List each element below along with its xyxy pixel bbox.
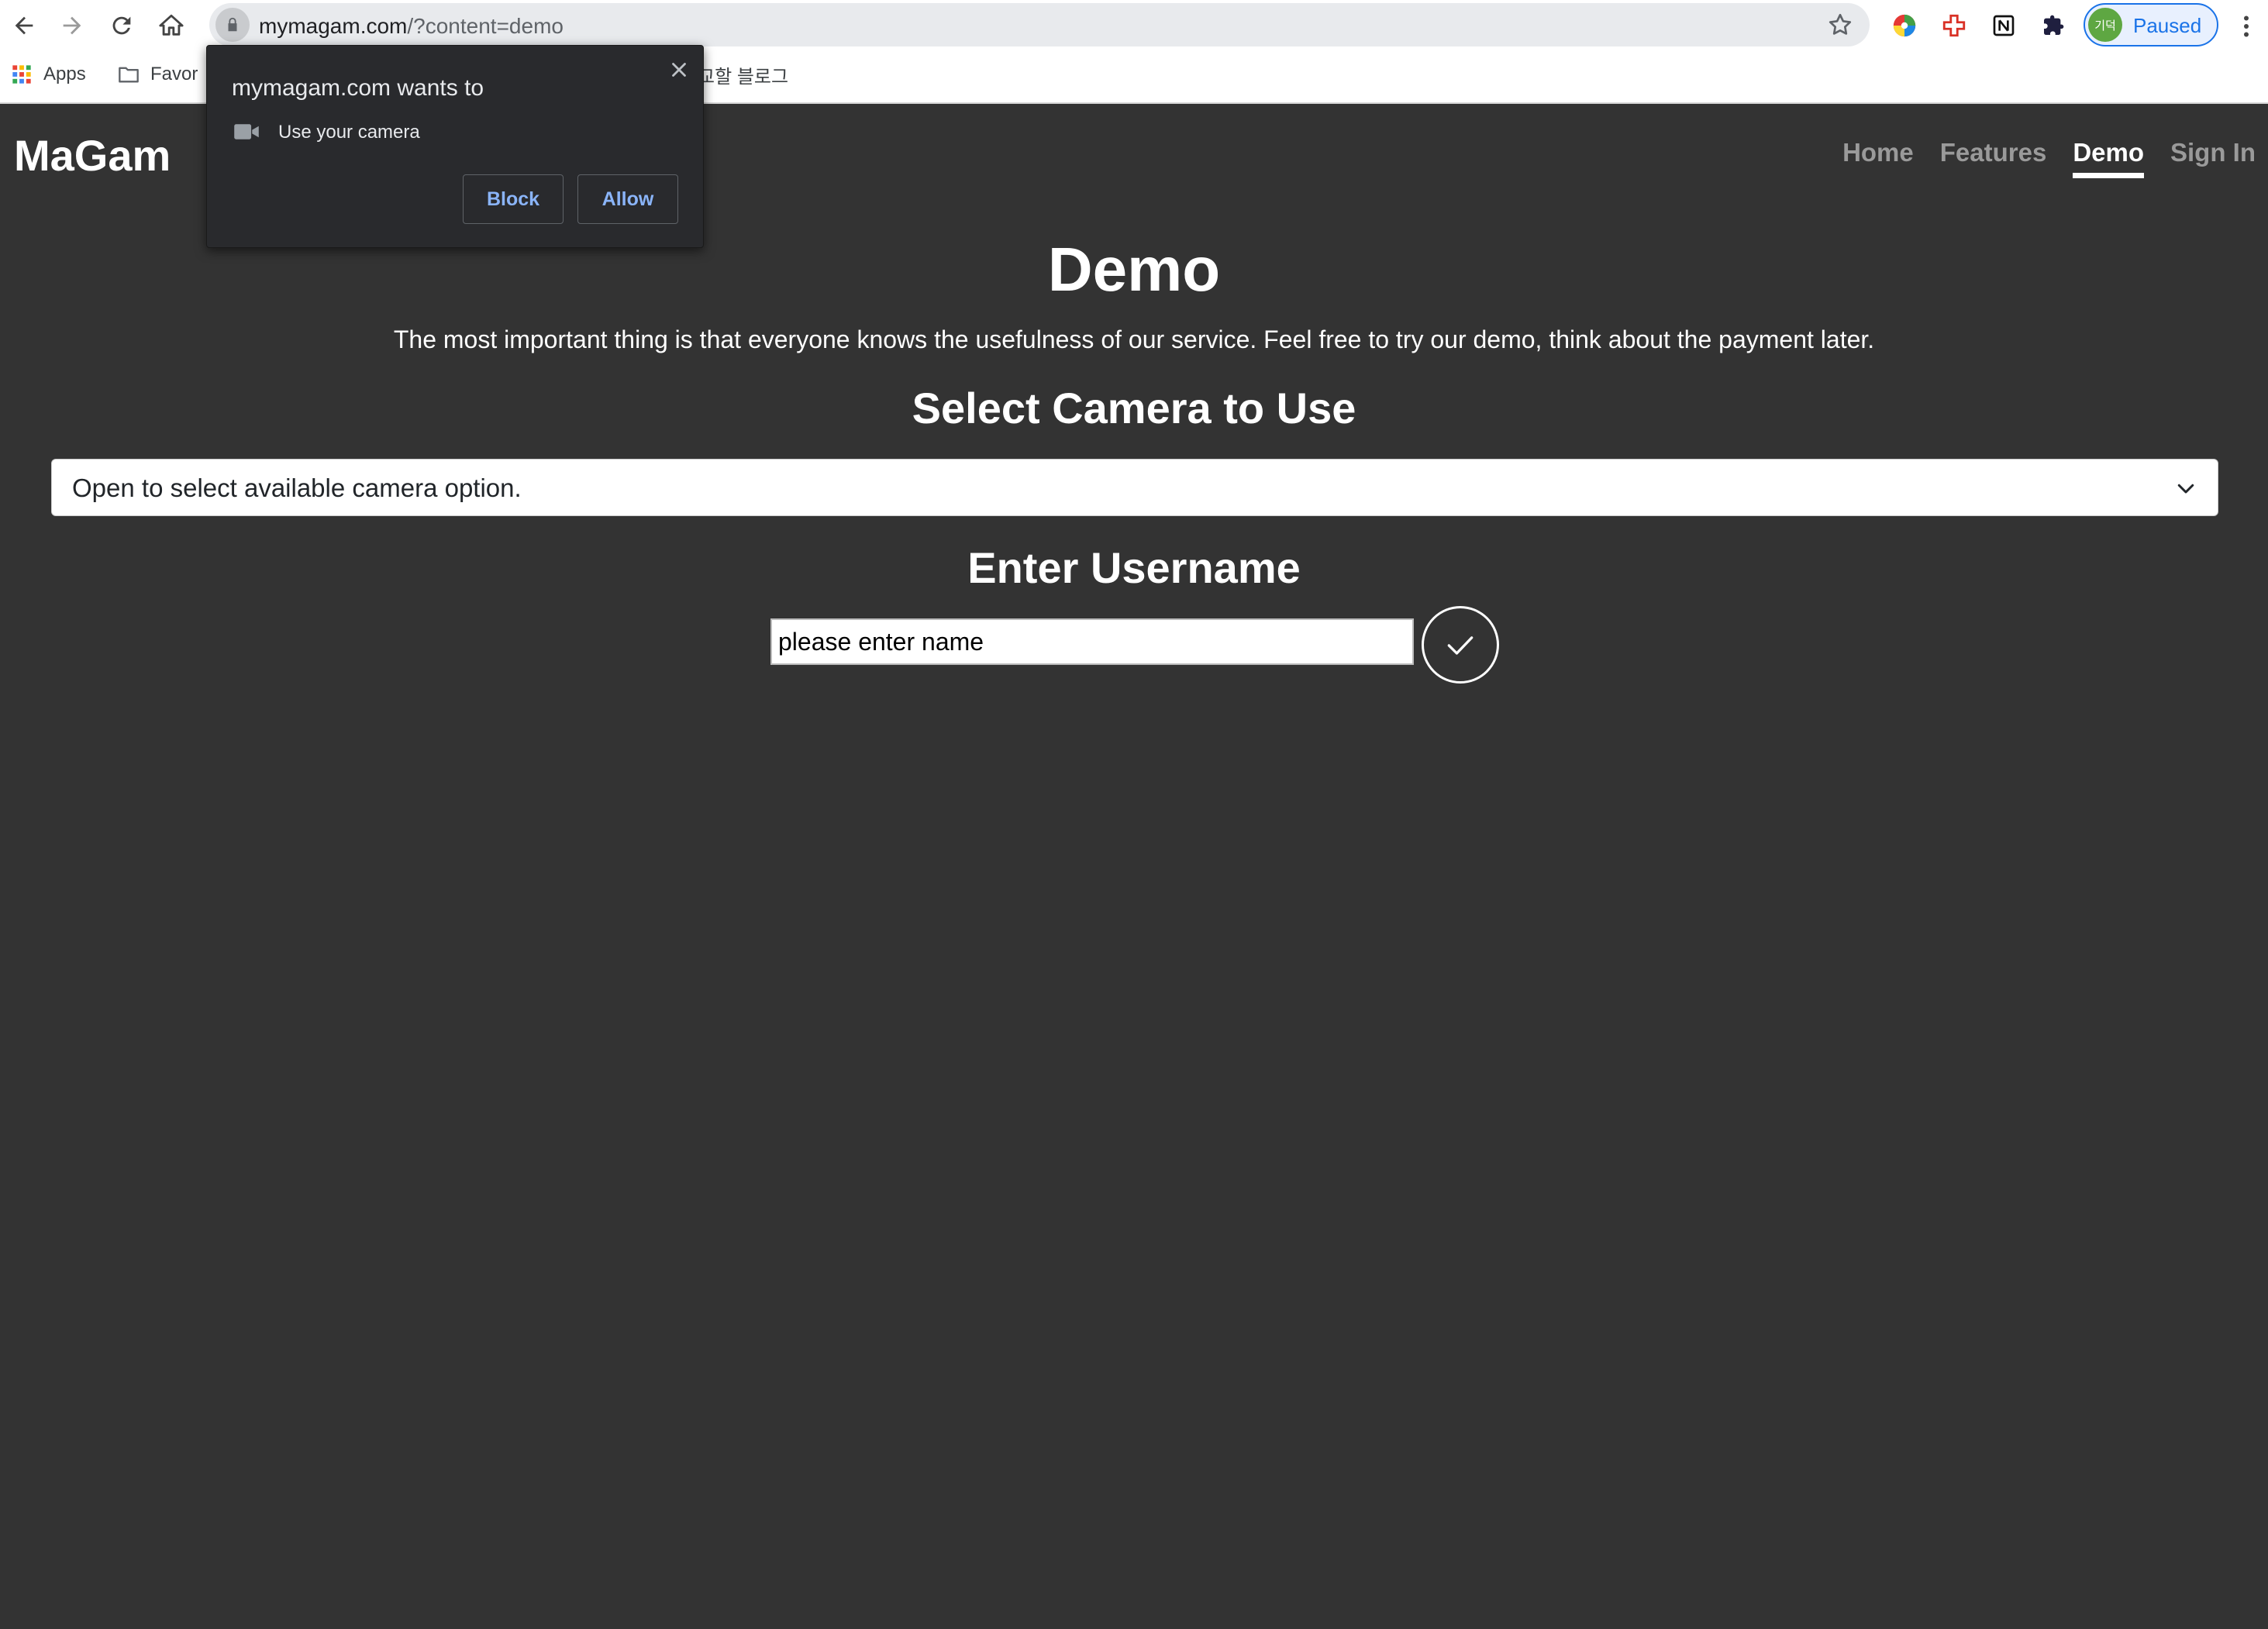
camera-select[interactable]: Open to select available camera option. <box>51 459 2218 516</box>
address-bar[interactable]: mymagam.com/?content=demo <box>209 3 1870 46</box>
red-cross-extension-icon[interactable] <box>1938 9 1970 42</box>
arrow-right-icon <box>63 16 81 35</box>
camera-section-heading: Select Camera to Use <box>912 384 1356 432</box>
url-host: mymagam.com <box>259 14 408 38</box>
bookmark-apps[interactable]: Apps <box>11 60 86 88</box>
nav-sign-in[interactable]: Sign In <box>2170 138 2256 177</box>
avatar: 기덕 <box>2088 8 2122 42</box>
camera-select-value: Open to select available camera option. <box>72 474 522 502</box>
site-logo[interactable]: MaGam <box>14 130 171 181</box>
url-text: mymagam.com/?content=demo <box>259 14 564 39</box>
folder-icon <box>119 67 139 83</box>
notion-extension-icon[interactable] <box>1987 9 2020 42</box>
more-menu-icon[interactable] <box>2232 11 2260 42</box>
checkmark-icon <box>1447 636 1474 655</box>
bookmark-blog[interactable]: 교할 블로그 <box>698 60 788 88</box>
reload-icon <box>112 16 131 35</box>
page-lead-text: The most important thing is that everyon… <box>393 325 1875 353</box>
block-button[interactable]: Block <box>463 174 564 224</box>
permission-request-text: Use your camera <box>278 122 420 143</box>
reload-button[interactable] <box>102 6 141 45</box>
video-camera-icon <box>234 124 259 139</box>
home-button[interactable] <box>152 6 191 45</box>
browser-toolbar: mymagam.com/?content=demo 기덕 Paused <box>0 0 2268 51</box>
nav-features[interactable]: Features <box>1940 138 2047 177</box>
profile-status: Paused <box>2133 14 2202 37</box>
bookmark-label: 교할 블로그 <box>698 66 789 88</box>
confirm-username-button[interactable] <box>1422 606 1499 684</box>
bookmark-label: Apps <box>43 64 86 84</box>
arrow-left-icon <box>15 16 33 35</box>
chevron-down-icon <box>2177 484 2194 494</box>
url-path: /?content=demo <box>407 14 564 38</box>
bookmark-favorites-folder[interactable]: Favor <box>118 60 198 88</box>
lock-icon <box>228 17 237 32</box>
apps-grid-icon <box>12 65 31 84</box>
allow-button[interactable]: Allow <box>577 174 678 224</box>
nav-home[interactable]: Home <box>1842 138 1914 177</box>
site-nav: Home Features Demo Sign In <box>1842 138 2256 178</box>
puzzle-extensions-icon[interactable] <box>2037 9 2070 42</box>
username-section-heading: Enter Username <box>967 543 1301 592</box>
username-input[interactable] <box>770 618 1414 665</box>
bookmark-star-icon[interactable] <box>1826 11 1854 39</box>
forward-button[interactable] <box>53 6 91 45</box>
color-picker-extension-icon[interactable] <box>1888 9 1921 42</box>
nav-demo[interactable]: Demo <box>2073 138 2144 178</box>
profile-button[interactable]: 기덕 Paused <box>2084 3 2218 46</box>
back-button[interactable] <box>5 6 43 45</box>
site-info-button[interactable] <box>215 8 250 42</box>
page-content: MaGam Home Features Demo Sign In Demo Th… <box>0 104 2268 1629</box>
home-icon <box>159 14 184 36</box>
close-icon[interactable] <box>667 58 691 81</box>
permission-title: mymagam.com wants to <box>232 75 484 101</box>
camera-permission-popup: mymagam.com wants to Use your camera Blo… <box>206 45 704 248</box>
bookmark-label: Favor <box>150 64 198 84</box>
